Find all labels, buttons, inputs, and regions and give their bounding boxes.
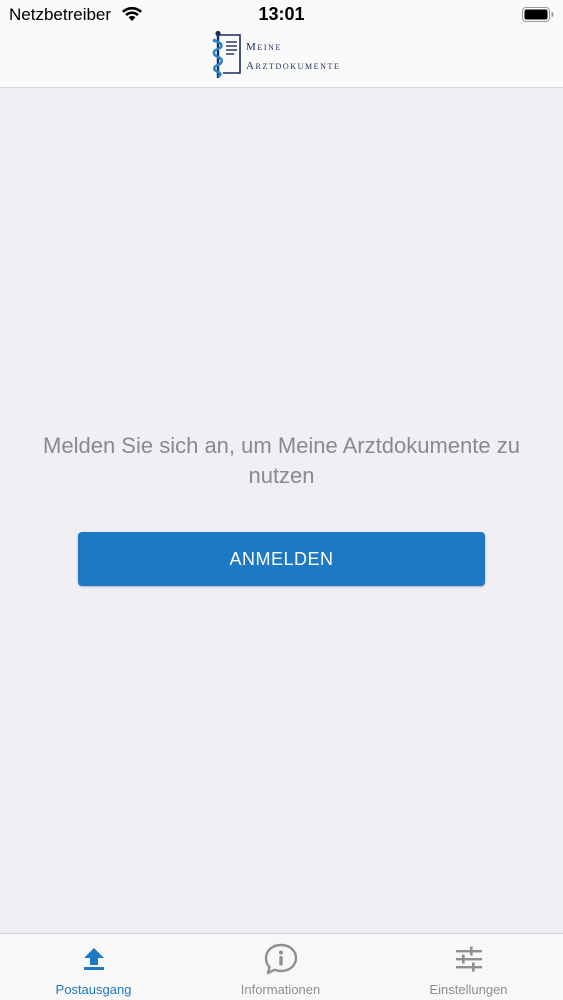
tab-bar: Postausgang Informationen Einstellungen xyxy=(0,933,563,1000)
battery-icon xyxy=(522,7,554,27)
logo-wordmark: Meine Arztdokumente xyxy=(246,38,341,76)
info-bubble-icon xyxy=(187,942,374,976)
upload-icon xyxy=(0,942,187,976)
sliders-icon xyxy=(375,942,562,976)
tab-einstellungen[interactable]: Einstellungen xyxy=(375,934,562,1000)
logo-line-1: Meine xyxy=(246,41,282,53)
logo-line-2: Arztdokumente xyxy=(246,60,341,72)
main-content: Melden Sie sich an, um Meine Arztdokumen… xyxy=(0,88,563,933)
caduceus-document-icon xyxy=(210,30,244,87)
nav-header: Meine Arztdokumente xyxy=(0,30,563,88)
tab-label-informationen: Informationen xyxy=(240,982,321,997)
app-logo: Meine Arztdokumente xyxy=(210,30,360,82)
tab-label-einstellungen: Einstellungen xyxy=(429,982,508,997)
tab-postausgang[interactable]: Postausgang xyxy=(0,934,187,1000)
login-button[interactable]: ANMELDEN xyxy=(78,532,485,586)
clock: 13:01 xyxy=(258,4,305,24)
tab-label-postausgang: Postausgang xyxy=(55,982,132,997)
status-bar: Netzbetreiber 13:01 xyxy=(0,0,563,30)
tab-informationen[interactable]: Informationen xyxy=(187,934,374,1000)
login-prompt-message: Melden Sie sich an, um Meine Arztdokumen… xyxy=(43,433,520,488)
